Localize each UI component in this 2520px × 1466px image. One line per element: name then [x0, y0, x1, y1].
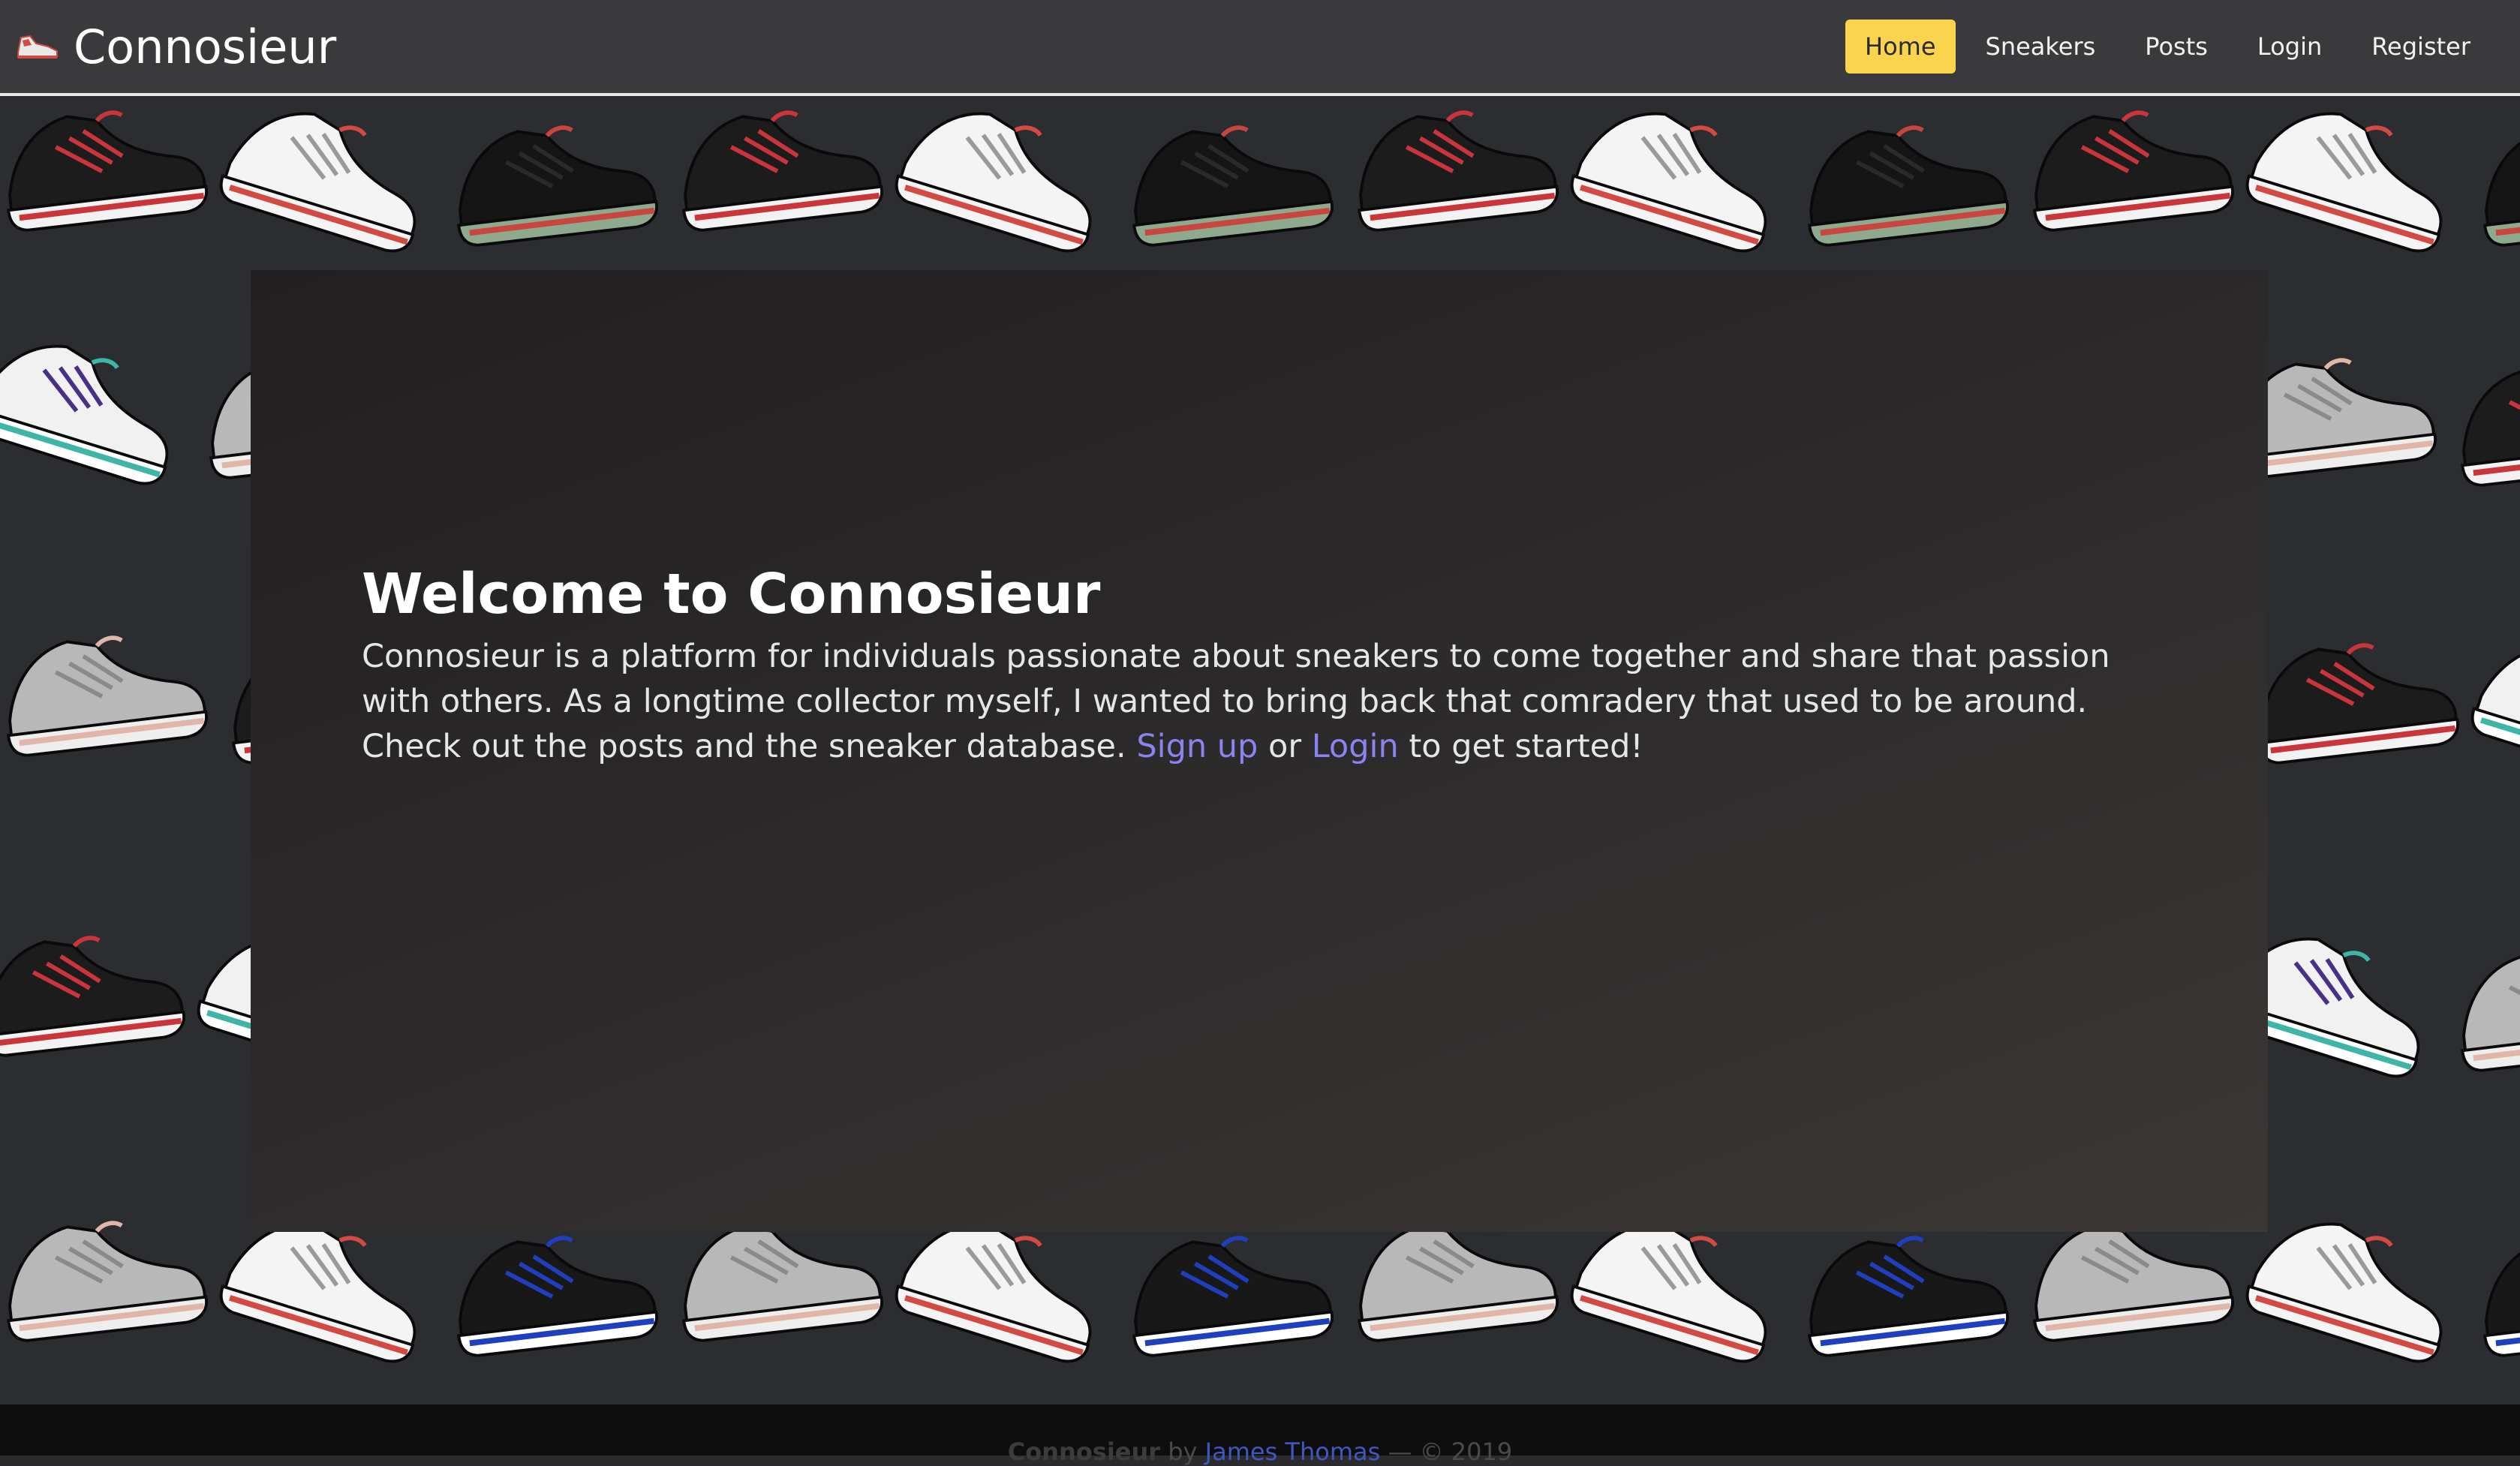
nav-register[interactable]: Register: [2352, 20, 2490, 74]
nav-links: Home Sneakers Posts Login Register: [1835, 20, 2490, 74]
sneaker-icon: [1808, 125, 2009, 247]
sneaker-icon: [0, 936, 185, 1057]
sneaker-icon: [2245, 112, 2443, 253]
brand-name: Connosieur: [74, 19, 337, 74]
nav-login[interactable]: Login: [2238, 20, 2341, 74]
hero-card: Welcome to Connosieur Connosieur is a pl…: [251, 270, 2268, 1232]
footer: Connosieur by James Thomas — © 2019: [0, 1404, 2520, 1466]
sneaker-icon: [895, 112, 1092, 253]
hero-description: Connosieur is a platform for individuals…: [362, 634, 2178, 769]
hero-content: Welcome to Connosieur Connosieur is a pl…: [362, 561, 2178, 769]
nav-home[interactable]: Home: [1845, 20, 1956, 74]
signup-link[interactable]: Sign up: [1136, 728, 1258, 765]
sneaker-icon: [457, 125, 658, 247]
brand[interactable]: Connosieur: [15, 20, 336, 74]
sneaker-icon: [1570, 112, 1767, 253]
sneaker-icon: [2461, 955, 2520, 1072]
hero-text-end: to get started!: [1398, 727, 1643, 765]
footer-credit: Connosieur by James Thomas — © 2019: [0, 1437, 2520, 1466]
sneaker-icon: [2483, 130, 2520, 247]
sneaker-icon: [1358, 110, 1559, 232]
nav-posts[interactable]: Posts: [2125, 20, 2227, 74]
footer-copyright: — © 2019: [1380, 1437, 1513, 1466]
footer-author-link[interactable]: James Thomas: [1205, 1437, 1381, 1466]
sneaker-icon: [7, 1221, 208, 1342]
hero-text-or: or: [1258, 727, 1312, 765]
sneaker-icon: [7, 110, 208, 232]
login-link[interactable]: Login: [1312, 728, 1399, 765]
sneaker-icon: [2461, 370, 2520, 487]
sneaker-icon: [219, 112, 416, 253]
sneaker-icon: [2258, 643, 2459, 765]
sneaker-icon: [2483, 1240, 2520, 1357]
sneaker-icon: [1132, 125, 1334, 247]
sneaker-icon: [7, 635, 208, 757]
sneaker-logo-icon: [17, 35, 58, 59]
hero-title: Welcome to Connosieur: [362, 562, 1101, 626]
sneaker-icon: [682, 110, 883, 232]
top-navbar: Connosieur Home Sneakers Posts Login Reg…: [0, 0, 2520, 96]
sneaker-icon: [2033, 110, 2234, 232]
footer-by: by: [1160, 1437, 1205, 1466]
nav-sneakers[interactable]: Sneakers: [1966, 20, 2116, 74]
sneaker-icon: [0, 344, 169, 485]
footer-brand: Connosieur: [1007, 1437, 1161, 1466]
